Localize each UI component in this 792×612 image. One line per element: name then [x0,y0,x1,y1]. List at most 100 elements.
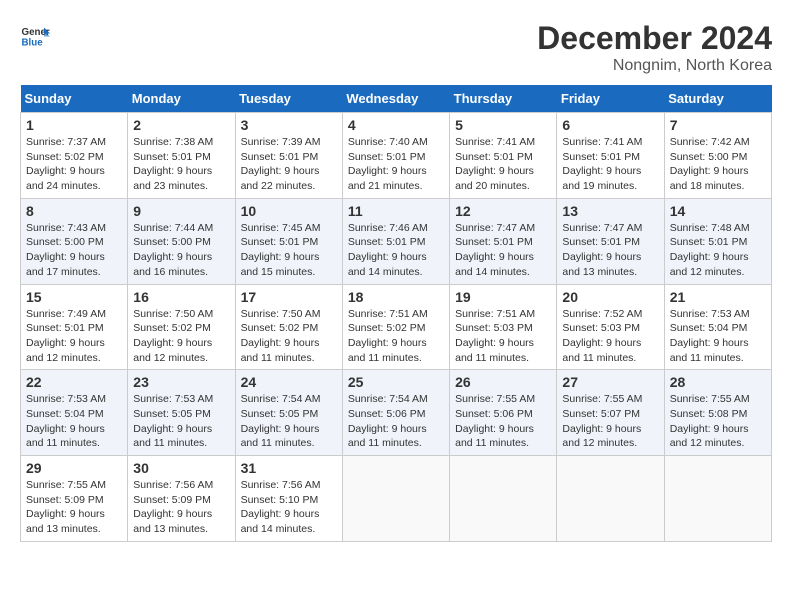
day-info: Sunrise: 7:55 AMSunset: 5:06 PMDaylight:… [455,392,551,451]
day-info: Sunrise: 7:53 AMSunset: 5:04 PMDaylight:… [26,392,122,451]
day-info: Sunrise: 7:39 AMSunset: 5:01 PMDaylight:… [241,135,337,194]
day-info: Sunrise: 7:52 AMSunset: 5:03 PMDaylight:… [562,307,658,366]
day-info: Sunrise: 7:54 AMSunset: 5:05 PMDaylight:… [241,392,337,451]
day-info: Sunrise: 7:51 AMSunset: 5:03 PMDaylight:… [455,307,551,366]
calendar-cell: 25 Sunrise: 7:54 AMSunset: 5:06 PMDayligh… [342,370,449,456]
day-number: 25 [348,374,444,390]
day-number: 18 [348,289,444,305]
calendar-week-row: 22 Sunrise: 7:53 AMSunset: 5:04 PMDayligh… [21,370,772,456]
calendar-cell: 29 Sunrise: 7:55 AMSunset: 5:09 PMDayligh… [21,456,128,542]
calendar-cell: 17 Sunrise: 7:50 AMSunset: 5:02 PMDayligh… [235,284,342,370]
day-number: 28 [670,374,766,390]
day-info: Sunrise: 7:54 AMSunset: 5:06 PMDaylight:… [348,392,444,451]
calendar-cell: 1Sunrise: 7:37 AMSunset: 5:02 PMDaylight… [21,113,128,199]
day-number: 4 [348,117,444,133]
location: Nongnim, North Korea [537,57,772,75]
day-info: Sunrise: 7:53 AMSunset: 5:04 PMDaylight:… [670,307,766,366]
day-number: 21 [670,289,766,305]
day-info: Sunrise: 7:48 AMSunset: 5:01 PMDaylight:… [670,221,766,280]
title-block: December 2024 Nongnim, North Korea [537,20,772,75]
logo-icon: General Blue [20,20,50,50]
day-number: 27 [562,374,658,390]
day-info: Sunrise: 7:53 AMSunset: 5:05 PMDaylight:… [133,392,229,451]
day-number: 29 [26,460,122,476]
day-number: 22 [26,374,122,390]
calendar-cell: 10Sunrise: 7:45 AMSunset: 5:01 PMDayligh… [235,198,342,284]
day-info: Sunrise: 7:46 AMSunset: 5:01 PMDaylight:… [348,221,444,280]
calendar-table: Sunday Monday Tuesday Wednesday Thursday… [20,85,772,542]
day-info: Sunrise: 7:40 AMSunset: 5:01 PMDaylight:… [348,135,444,194]
day-number: 31 [241,460,337,476]
calendar-week-row: 1Sunrise: 7:37 AMSunset: 5:02 PMDaylight… [21,113,772,199]
calendar-cell: 14 Sunrise: 7:48 AMSunset: 5:01 PMDayligh… [664,198,771,284]
calendar-cell: 5Sunrise: 7:41 AMSunset: 5:01 PMDaylight… [450,113,557,199]
page-header: General Blue December 2024 Nongnim, Nort… [20,20,772,75]
calendar-cell: 8 Sunrise: 7:43 AMSunset: 5:00 PMDaylight… [21,198,128,284]
month-title: December 2024 [537,20,772,57]
calendar-cell: 4 Sunrise: 7:40 AMSunset: 5:01 PMDaylight… [342,113,449,199]
day-number: 8 [26,203,122,219]
day-number: 9 [133,203,229,219]
header-friday: Friday [557,85,664,113]
calendar-cell: 2Sunrise: 7:38 AMSunset: 5:01 PMDaylight… [128,113,235,199]
day-info: Sunrise: 7:56 AMSunset: 5:10 PMDaylight:… [241,478,337,537]
day-info: Sunrise: 7:55 AMSunset: 5:07 PMDaylight:… [562,392,658,451]
calendar-cell: 27 Sunrise: 7:55 AMSunset: 5:07 PMDayligh… [557,370,664,456]
calendar-cell [557,456,664,542]
calendar-cell: 22 Sunrise: 7:53 AMSunset: 5:04 PMDayligh… [21,370,128,456]
calendar-cell: 7Sunrise: 7:42 AMSunset: 5:00 PMDaylight… [664,113,771,199]
day-number: 10 [241,203,337,219]
calendar-cell: 19Sunrise: 7:51 AMSunset: 5:03 PMDayligh… [450,284,557,370]
calendar-cell: 15 Sunrise: 7:49 AMSunset: 5:01 PMDayligh… [21,284,128,370]
calendar-cell: 28 Sunrise: 7:55 AMSunset: 5:08 PMDayligh… [664,370,771,456]
calendar-cell: 24 Sunrise: 7:54 AMSunset: 5:05 PMDayligh… [235,370,342,456]
calendar-cell: 3Sunrise: 7:39 AMSunset: 5:01 PMDaylight… [235,113,342,199]
header-saturday: Saturday [664,85,771,113]
day-number: 16 [133,289,229,305]
calendar-cell: 16Sunrise: 7:50 AMSunset: 5:02 PMDayligh… [128,284,235,370]
day-info: Sunrise: 7:49 AMSunset: 5:01 PMDaylight:… [26,307,122,366]
day-info: Sunrise: 7:50 AMSunset: 5:02 PMDaylight:… [241,307,337,366]
calendar-cell: 31 Sunrise: 7:56 AMSunset: 5:10 PMDayligh… [235,456,342,542]
header-thursday: Thursday [450,85,557,113]
calendar-week-row: 29 Sunrise: 7:55 AMSunset: 5:09 PMDayligh… [21,456,772,542]
day-info: Sunrise: 7:41 AMSunset: 5:01 PMDaylight:… [562,135,658,194]
day-info: Sunrise: 7:51 AMSunset: 5:02 PMDaylight:… [348,307,444,366]
day-info: Sunrise: 7:42 AMSunset: 5:00 PMDaylight:… [670,135,766,194]
calendar-week-row: 15 Sunrise: 7:49 AMSunset: 5:01 PMDayligh… [21,284,772,370]
day-number: 13 [562,203,658,219]
day-number: 6 [562,117,658,133]
day-number: 23 [133,374,229,390]
day-number: 24 [241,374,337,390]
day-info: Sunrise: 7:44 AMSunset: 5:00 PMDaylight:… [133,221,229,280]
calendar-cell: 9 Sunrise: 7:44 AMSunset: 5:00 PMDaylight… [128,198,235,284]
calendar-cell: 18 Sunrise: 7:51 AMSunset: 5:02 PMDayligh… [342,284,449,370]
header-sunday: Sunday [21,85,128,113]
day-info: Sunrise: 7:47 AMSunset: 5:01 PMDaylight:… [562,221,658,280]
day-info: Sunrise: 7:55 AMSunset: 5:08 PMDaylight:… [670,392,766,451]
calendar-cell [664,456,771,542]
day-number: 15 [26,289,122,305]
day-number: 17 [241,289,337,305]
day-number: 5 [455,117,551,133]
calendar-cell: 30 Sunrise: 7:56 AMSunset: 5:09 PMDayligh… [128,456,235,542]
calendar-cell: 20 Sunrise: 7:52 AMSunset: 5:03 PMDayligh… [557,284,664,370]
calendar-cell: 26Sunrise: 7:55 AMSunset: 5:06 PMDayligh… [450,370,557,456]
calendar-cell: 13 Sunrise: 7:47 AMSunset: 5:01 PMDayligh… [557,198,664,284]
day-info: Sunrise: 7:55 AMSunset: 5:09 PMDaylight:… [26,478,122,537]
day-number: 30 [133,460,229,476]
day-number: 12 [455,203,551,219]
calendar-cell: 23 Sunrise: 7:53 AMSunset: 5:05 PMDayligh… [128,370,235,456]
day-number: 14 [670,203,766,219]
header-wednesday: Wednesday [342,85,449,113]
day-info: Sunrise: 7:47 AMSunset: 5:01 PMDaylight:… [455,221,551,280]
calendar-cell: 21 Sunrise: 7:53 AMSunset: 5:04 PMDayligh… [664,284,771,370]
calendar-cell [342,456,449,542]
svg-text:Blue: Blue [22,38,44,49]
day-number: 20 [562,289,658,305]
day-info: Sunrise: 7:43 AMSunset: 5:00 PMDaylight:… [26,221,122,280]
day-number: 1 [26,117,122,133]
header-monday: Monday [128,85,235,113]
day-info: Sunrise: 7:56 AMSunset: 5:09 PMDaylight:… [133,478,229,537]
day-info: Sunrise: 7:38 AMSunset: 5:01 PMDaylight:… [133,135,229,194]
